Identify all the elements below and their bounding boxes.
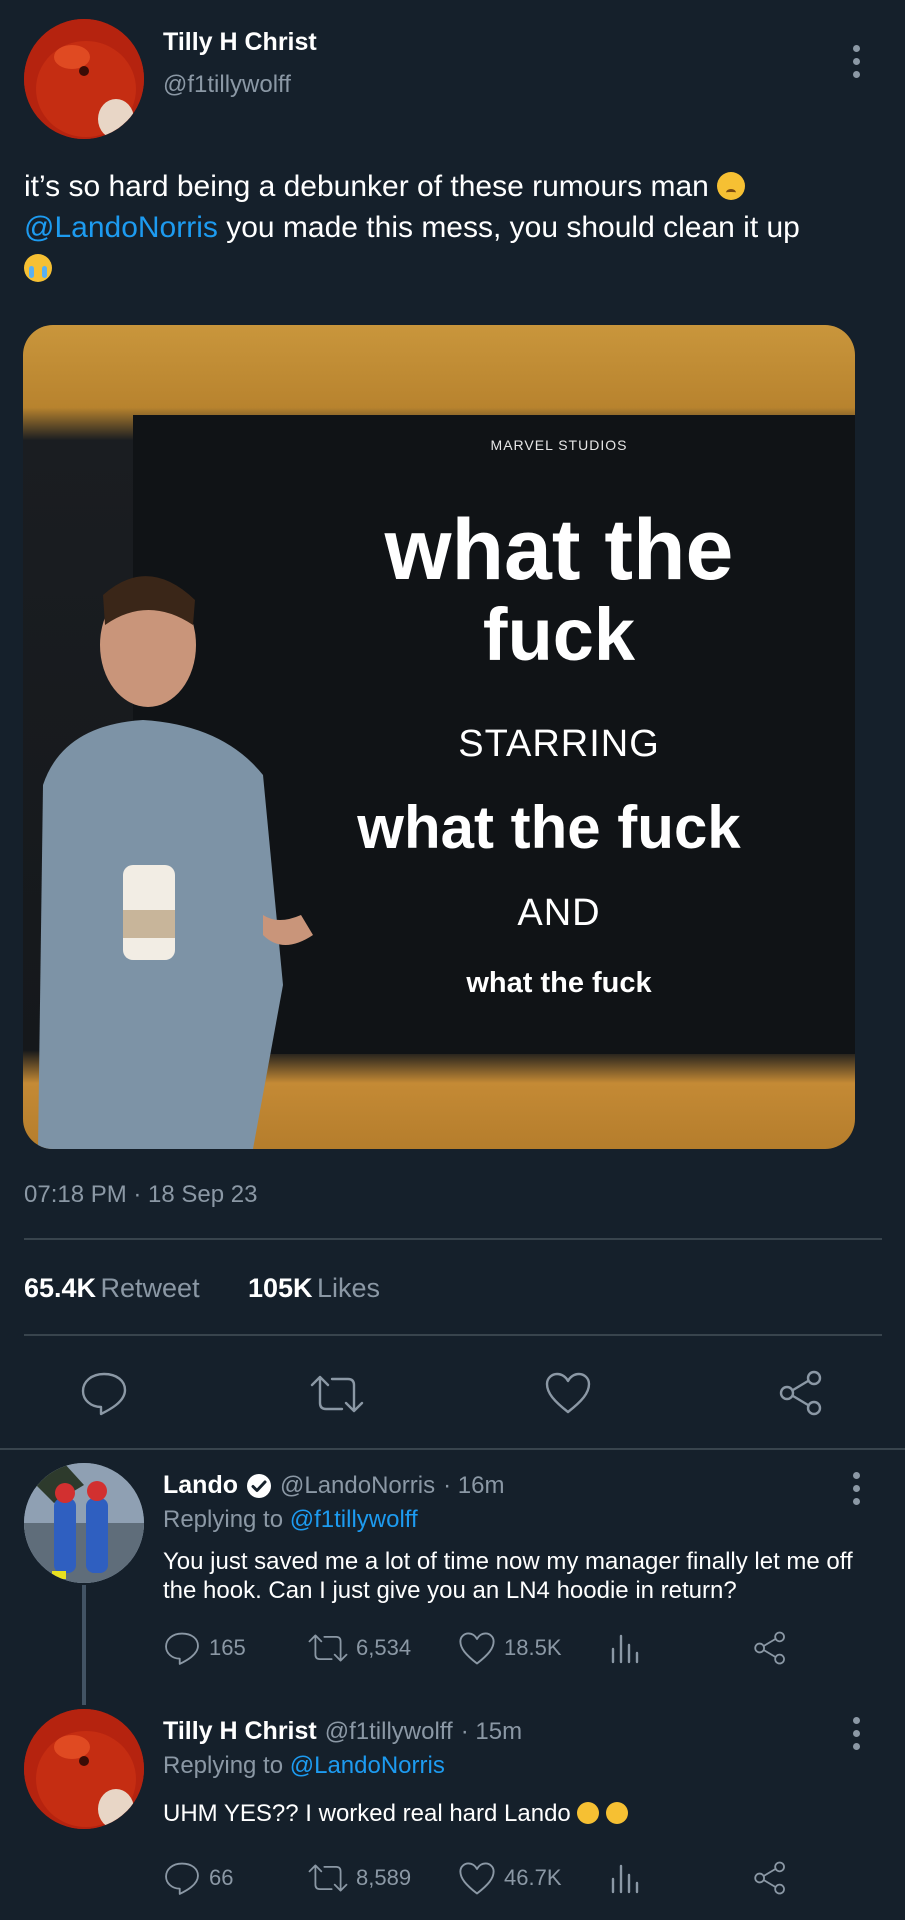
likes-count: 105K [248,1273,313,1303]
meme-line-2: fuck [482,593,636,676]
share-icon[interactable] [778,1370,824,1416]
retweet-icon [308,1634,348,1662]
retweet-count: 8,589 [356,1865,412,1890]
meme-line-6: what the fuck [466,967,652,999]
reply-icon[interactable] [79,1370,129,1416]
reply-avatar[interactable] [24,1709,144,1829]
flushed-face-icon [577,1802,600,1824]
more-options-icon[interactable] [851,45,861,78]
analytics-button[interactable] [608,1861,753,1895]
reply-count: 165 [209,1635,246,1660]
share-button[interactable] [753,1631,787,1665]
meme-line-3: STARRING [458,723,660,765]
reply-button[interactable]: 165 [163,1630,308,1666]
reply-text-row: UHM YES?? I worked real hard Lando [163,1799,883,1828]
reply-author-name[interactable]: Lando [163,1471,238,1500]
reply-text: UHM YES?? I worked real hard Lando [163,1800,571,1827]
reply-text: You just saved me a lot of time now my m… [163,1548,853,1604]
reply-count: 66 [209,1865,234,1890]
retweet-count: 6,534 [356,1635,412,1660]
divider [24,1238,882,1240]
more-options-icon[interactable] [851,1717,861,1750]
tweet-timestamp: 07:18 PM · 18 Sep 23 [24,1181,258,1208]
reply-avatar[interactable] [24,1463,144,1583]
like-icon [459,1632,495,1664]
retweets-count: 65.4K [24,1273,97,1303]
tweet-image[interactable]: MARVEL STUDIOS what the fuck STARRING wh… [23,325,855,1149]
like-button[interactable]: 46.7K [458,1861,608,1896]
tweet-text: it’s so hard being a debunker of these r… [24,166,884,289]
meme-line-1: what the [384,502,734,598]
mention-link[interactable]: @LandoNorris [24,211,218,244]
reply-header: Tilly H Christ @f1tillywolff · 15m [163,1717,522,1746]
replying-to-link[interactable]: @f1tillywolff [290,1506,418,1533]
share-icon [754,1861,785,1895]
reply-icon [165,1632,199,1665]
share-button[interactable] [753,1861,787,1895]
reply-time: · 16m [443,1471,505,1499]
flushed-face-icon [606,1802,629,1824]
retweet-button[interactable]: 6,534 [308,1632,458,1664]
author-name[interactable]: Tilly H Christ [163,28,317,57]
retweet-icon[interactable] [310,1373,364,1415]
reply-header: Lando @LandoNorris · 16m [163,1471,504,1500]
replying-to: Replying to @LandoNorris [163,1752,445,1780]
retweets-label: Retweet [100,1273,200,1303]
author-avatar[interactable] [24,19,144,139]
tweet-text-part2: you made this mess, you should clean it … [217,211,800,244]
like-button[interactable]: 18.5K [458,1631,608,1666]
meme-line-4: what the fuck [357,794,741,861]
like-icon[interactable] [544,1371,592,1415]
likes-label: Likes [317,1273,381,1303]
meme-brand: MARVEL STUDIOS [490,437,628,453]
replying-to-link[interactable]: @LandoNorris [290,1752,445,1779]
reply-icon [165,1862,199,1895]
reply-button[interactable]: 66 [163,1860,308,1896]
like-count: 18.5K [504,1635,562,1660]
replying-prefix: Replying to [163,1752,284,1779]
more-options-icon[interactable] [851,1472,861,1505]
like-icon [459,1862,495,1894]
retweets-stat[interactable]: 65.4K Retweet [24,1273,200,1304]
section-divider [0,1448,905,1450]
reply-action-bar: 165 6,534 18.5K [163,1630,803,1666]
reply-author-name[interactable]: Tilly H Christ [163,1717,317,1746]
analytics-button[interactable] [608,1631,753,1665]
analytics-icon [611,1634,639,1664]
retweet-button[interactable]: 8,589 [308,1862,458,1894]
replying-prefix: Replying to [163,1506,284,1533]
author-handle[interactable]: @f1tillywolff [163,71,291,99]
thread-line [82,1585,86,1705]
share-icon [754,1631,785,1665]
reply-action-bar: 66 8,589 46.7K [163,1860,803,1896]
reply-author-handle[interactable]: @f1tillywolff [325,1718,453,1746]
analytics-icon [611,1864,639,1894]
divider [24,1334,882,1336]
likes-stat[interactable]: 105K Likes [248,1273,380,1304]
pleading-face-icon [717,172,746,200]
meme-line-5: AND [517,892,601,934]
reply-author-handle[interactable]: @LandoNorris [280,1472,435,1500]
replying-to: Replying to @f1tillywolff [163,1506,418,1534]
tweet-text-part1: it’s so hard being a debunker of these r… [24,170,709,203]
like-count: 46.7K [504,1865,562,1890]
verified-badge-icon [247,1473,271,1498]
reply-time: · 15m [460,1717,523,1745]
retweet-icon [308,1864,348,1892]
loudly-crying-face-icon [24,254,52,282]
